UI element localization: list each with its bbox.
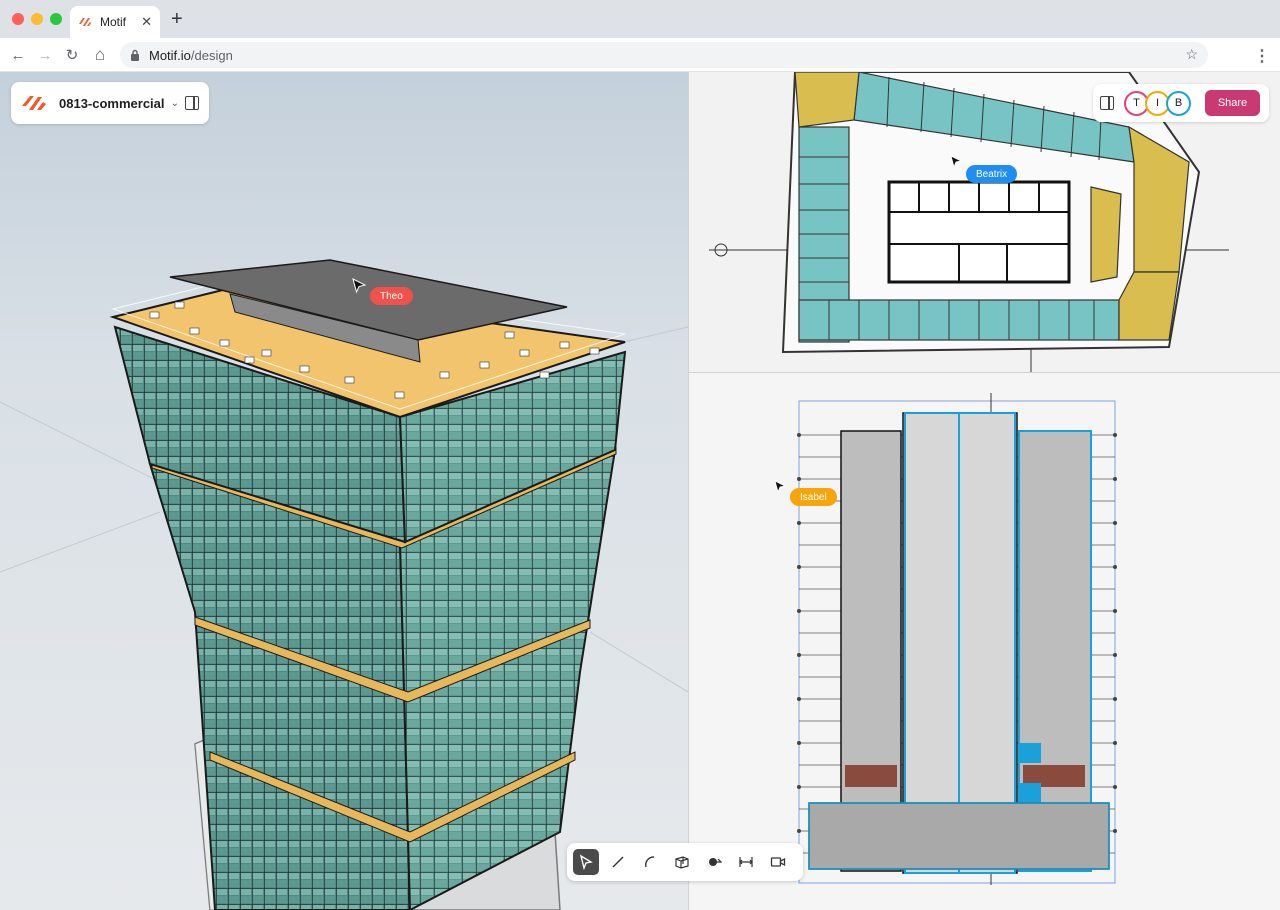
url-text: Motif.io/design bbox=[149, 48, 233, 63]
panel-toggle-icon[interactable] bbox=[1100, 96, 1114, 110]
lock-icon bbox=[131, 49, 139, 61]
section-view[interactable]: Isabel bbox=[688, 372, 1280, 910]
chevron-down-icon[interactable]: ⌄ bbox=[171, 98, 179, 109]
select-tool[interactable] bbox=[573, 849, 599, 875]
close-window-button[interactable] bbox=[12, 13, 24, 25]
box-icon bbox=[675, 856, 689, 869]
url-path: /design bbox=[190, 47, 233, 63]
building-3d-model bbox=[0, 259, 688, 910]
shape-tool[interactable] bbox=[701, 849, 727, 875]
app-workspace: 0813-commercial ⌄ Theo Beatrix T I B Sha… bbox=[0, 72, 1280, 910]
arc-icon bbox=[645, 856, 655, 868]
tab-title: Motif bbox=[100, 15, 127, 29]
browser-tab[interactable]: Motif ✕ bbox=[70, 6, 160, 38]
browser-toolbar: ← → ↻ ⌂ Motif.io/design ☆ ⋮ bbox=[0, 38, 1280, 72]
line-icon bbox=[612, 856, 624, 868]
minimize-window-button[interactable] bbox=[31, 13, 43, 25]
cursor-arrow-icon bbox=[352, 278, 366, 294]
box-tool[interactable] bbox=[669, 849, 695, 875]
new-tab-button[interactable]: + bbox=[171, 9, 183, 29]
browser-tab-bar: Motif ✕ + bbox=[0, 0, 1280, 38]
motif-logo-icon bbox=[79, 18, 91, 26]
back-icon[interactable]: ← bbox=[8, 45, 28, 65]
url-host: Motif.io bbox=[149, 47, 191, 63]
cursor-label-beatrix: Beatrix bbox=[966, 165, 1018, 183]
project-name: 0813-commercial bbox=[59, 95, 165, 111]
sidebar-toggle-icon[interactable] bbox=[185, 96, 199, 110]
share-button[interactable]: Share bbox=[1205, 90, 1260, 116]
home-icon[interactable]: ⌂ bbox=[90, 45, 110, 65]
dimension-tool[interactable] bbox=[733, 849, 759, 875]
section-drawing bbox=[774, 393, 1117, 885]
cursor-name: Beatrix bbox=[976, 168, 1008, 180]
cursor-name: Theo bbox=[380, 290, 403, 302]
bookmark-star-icon[interactable]: ☆ bbox=[1185, 46, 1198, 63]
drawing-toolbar bbox=[567, 843, 803, 881]
collaborators-bar: T I B Share bbox=[1093, 84, 1269, 122]
shape-icon bbox=[709, 858, 722, 866]
pointer-icon bbox=[579, 854, 593, 870]
maximize-window-button[interactable] bbox=[50, 13, 62, 25]
browser-menu-icon[interactable]: ⋮ bbox=[1254, 46, 1270, 66]
video-camera-icon bbox=[770, 857, 786, 867]
address-bar[interactable]: Motif.io/design ☆ bbox=[120, 42, 1208, 68]
arc-tool[interactable] bbox=[637, 849, 663, 875]
camera-tool[interactable] bbox=[765, 849, 791, 875]
motif-logo-icon bbox=[22, 96, 46, 110]
close-tab-icon[interactable]: ✕ bbox=[141, 14, 152, 30]
cursor-label-isabel: Isabel bbox=[790, 488, 837, 506]
project-switcher[interactable]: 0813-commercial ⌄ bbox=[11, 82, 209, 124]
3d-viewport[interactable]: 0813-commercial ⌄ Theo bbox=[0, 72, 688, 910]
cursor-label-theo: Theo bbox=[370, 287, 413, 305]
reload-icon[interactable]: ↻ bbox=[62, 45, 82, 65]
avatar[interactable]: B bbox=[1166, 90, 1191, 116]
cursor-name: Isabel bbox=[800, 491, 827, 503]
dimension-icon bbox=[739, 857, 753, 867]
forward-icon[interactable]: → bbox=[35, 45, 55, 65]
line-tool[interactable] bbox=[605, 849, 631, 875]
